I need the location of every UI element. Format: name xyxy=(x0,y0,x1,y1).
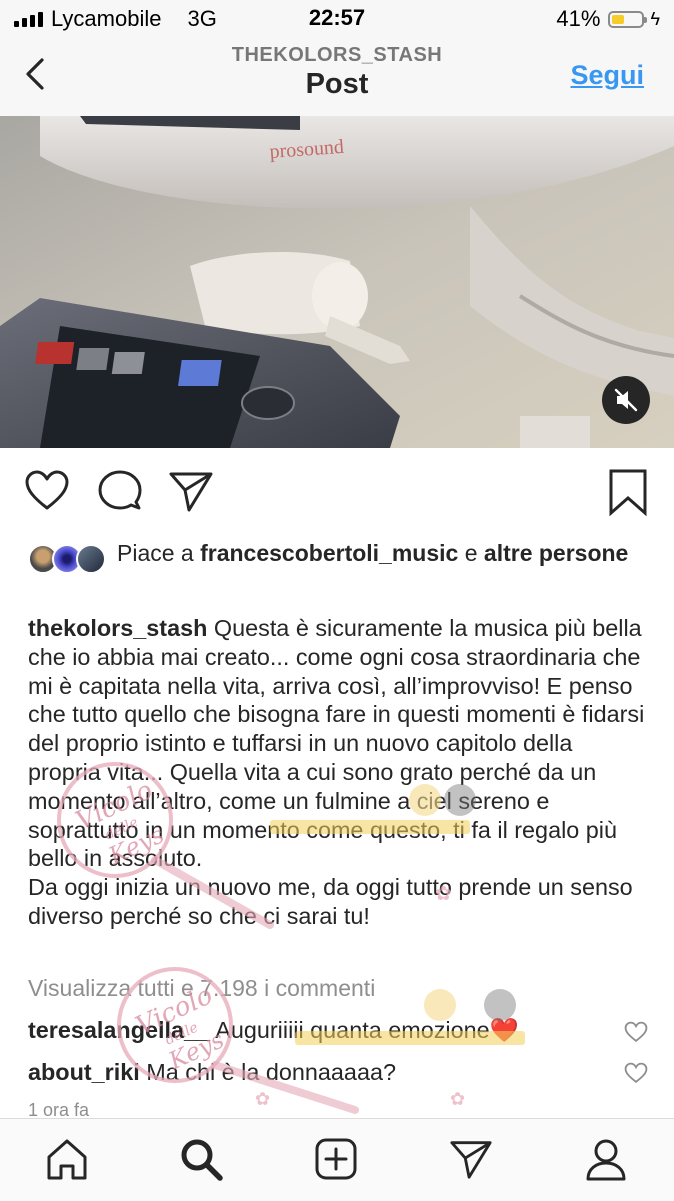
comment-row: teresalangella__ Auguriiiii quanta emozi… xyxy=(28,1015,628,1045)
paper-plane-icon xyxy=(169,472,213,512)
paper-plane-icon xyxy=(450,1141,492,1179)
status-right: 41% ϟ xyxy=(556,6,660,32)
battery-icon xyxy=(608,10,648,28)
caption-text: Questa è sicuramente la musica più bella… xyxy=(28,615,645,872)
liker-avatars xyxy=(28,544,108,576)
post-header: THEKOLORS_STASH Post Segui xyxy=(0,38,674,117)
comment-text: Auguriiiii quanta emozione❤️ xyxy=(215,1017,519,1043)
likes-conjunction: e xyxy=(464,540,478,566)
likes-prefix: Piace a xyxy=(117,540,194,566)
avatar xyxy=(76,544,106,574)
post-video[interactable]: prosound xyxy=(0,116,674,448)
heart-icon xyxy=(25,470,69,510)
comment-like-button[interactable] xyxy=(624,1021,648,1048)
save-button[interactable] xyxy=(606,468,650,521)
svg-text:✿: ✿ xyxy=(450,1089,465,1109)
caption-text: Da oggi inizia un nuovo me, da oggi tutt… xyxy=(28,874,633,929)
home-icon xyxy=(47,1139,87,1180)
search-icon xyxy=(181,1139,223,1181)
other-likers-link[interactable]: altre persone xyxy=(484,540,628,566)
speaker-muted-icon xyxy=(614,388,638,412)
plus-square-icon xyxy=(315,1138,357,1180)
comment-text: Ma chi è la donnaaaaa? xyxy=(146,1059,396,1085)
likes-text: Piace a francescobertoli_music e altre p… xyxy=(117,538,637,568)
bookmark-icon xyxy=(609,469,647,517)
tab-profile[interactable] xyxy=(584,1137,628,1181)
follow-button[interactable]: Segui xyxy=(570,60,644,91)
comment-username[interactable]: about_riki xyxy=(28,1059,140,1085)
profile-icon xyxy=(586,1139,626,1181)
post-caption: thekolors_stash Questa è sicuramente la … xyxy=(28,614,646,931)
battery-percent: 41% xyxy=(556,6,601,31)
video-frame: prosound xyxy=(0,116,674,448)
view-all-comments-link[interactable]: Visualizza tutti e 7.198 i commenti xyxy=(28,975,375,1002)
post-action-bar xyxy=(0,464,674,520)
tab-search[interactable] xyxy=(179,1137,223,1181)
comment-username[interactable]: teresalangella__ xyxy=(28,1017,210,1043)
like-button[interactable] xyxy=(24,468,70,519)
liker-username[interactable]: francescobertoli_music xyxy=(200,540,458,566)
comment-like-button[interactable] xyxy=(624,1062,648,1089)
status-bar: Lycamobile 3G 22:57 41% ϟ xyxy=(0,0,674,38)
tab-direct[interactable] xyxy=(449,1137,493,1181)
comment-row: about_riki Ma chi è la donnaaaaa? xyxy=(28,1057,628,1087)
bottom-tab-bar xyxy=(0,1118,674,1201)
comment-button[interactable] xyxy=(97,468,143,519)
tab-new-post[interactable] xyxy=(314,1137,358,1181)
caption-username[interactable]: thekolors_stash xyxy=(28,615,207,641)
share-button[interactable] xyxy=(168,468,214,519)
mute-toggle-button[interactable] xyxy=(602,376,650,424)
heart-icon xyxy=(624,1062,648,1084)
charging-bolt-icon: ϟ xyxy=(650,8,660,29)
tab-home[interactable] xyxy=(45,1137,89,1181)
heart-icon xyxy=(624,1021,648,1043)
comment-bubble-icon xyxy=(98,470,142,510)
svg-text:✿: ✿ xyxy=(255,1089,270,1109)
